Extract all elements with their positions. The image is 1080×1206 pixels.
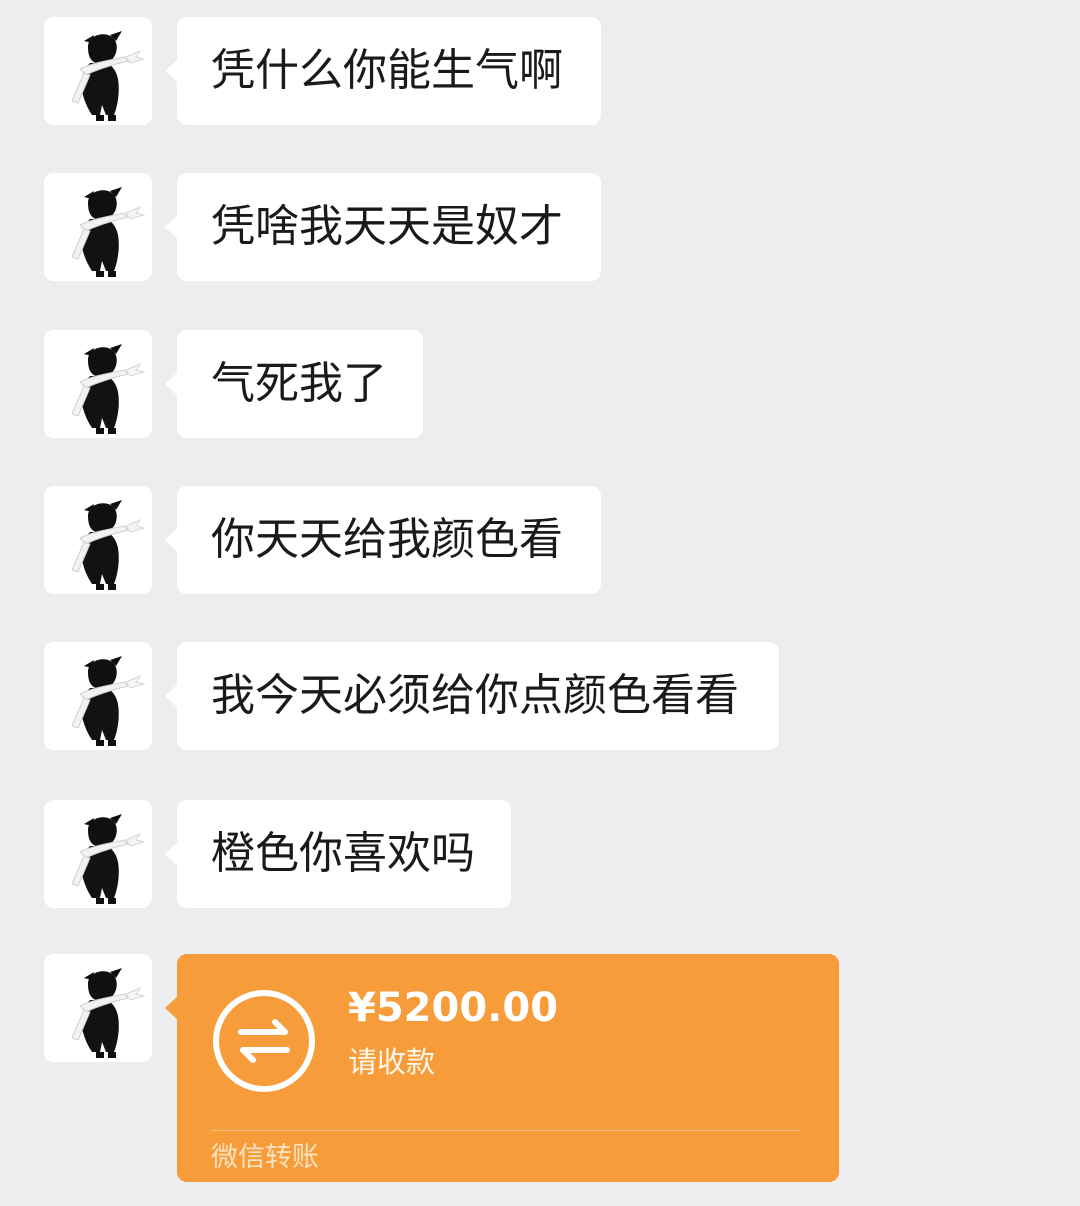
avatar[interactable] — [44, 642, 152, 750]
avatar[interactable] — [44, 17, 152, 125]
chat-area: 凭什么你能生气啊 凭啥我天天是奴才 气死我了 你天天给我颜色看 我今天必须给你点… — [0, 0, 1080, 1206]
message-bubble[interactable]: 凭什么你能生气啊 — [165, 17, 601, 125]
message-bubble[interactable]: 你天天给我颜色看 — [165, 486, 601, 594]
anime-boy-avatar-icon — [44, 642, 152, 750]
message-bubble[interactable]: 橙色你喜欢吗 — [165, 800, 511, 908]
avatar[interactable] — [44, 173, 152, 281]
divider — [211, 1130, 801, 1131]
transfer-amount: ¥5200.00 — [348, 985, 559, 1031]
transfer-footer: 微信转账 — [211, 1142, 319, 1173]
anime-boy-avatar-icon — [44, 954, 152, 1062]
avatar[interactable] — [44, 486, 152, 594]
message-bubble[interactable]: 凭啥我天天是奴才 — [165, 173, 601, 281]
avatar[interactable] — [44, 954, 152, 1062]
anime-boy-avatar-icon — [44, 173, 152, 281]
anime-boy-avatar-icon — [44, 486, 152, 594]
transfer-note: 请收款 — [348, 1045, 436, 1079]
anime-boy-avatar-icon — [44, 800, 152, 908]
message-bubble[interactable]: 我今天必须给你点颜色看看 — [165, 642, 779, 750]
exchange-arrows-icon — [211, 988, 317, 1094]
message-bubble[interactable]: 气死我了 — [165, 330, 423, 438]
anime-boy-avatar-icon — [44, 330, 152, 438]
avatar[interactable] — [44, 330, 152, 438]
avatar[interactable] — [44, 800, 152, 908]
transfer-card[interactable]: ¥5200.00 请收款 微信转账 — [165, 954, 839, 1182]
anime-boy-avatar-icon — [44, 17, 152, 125]
